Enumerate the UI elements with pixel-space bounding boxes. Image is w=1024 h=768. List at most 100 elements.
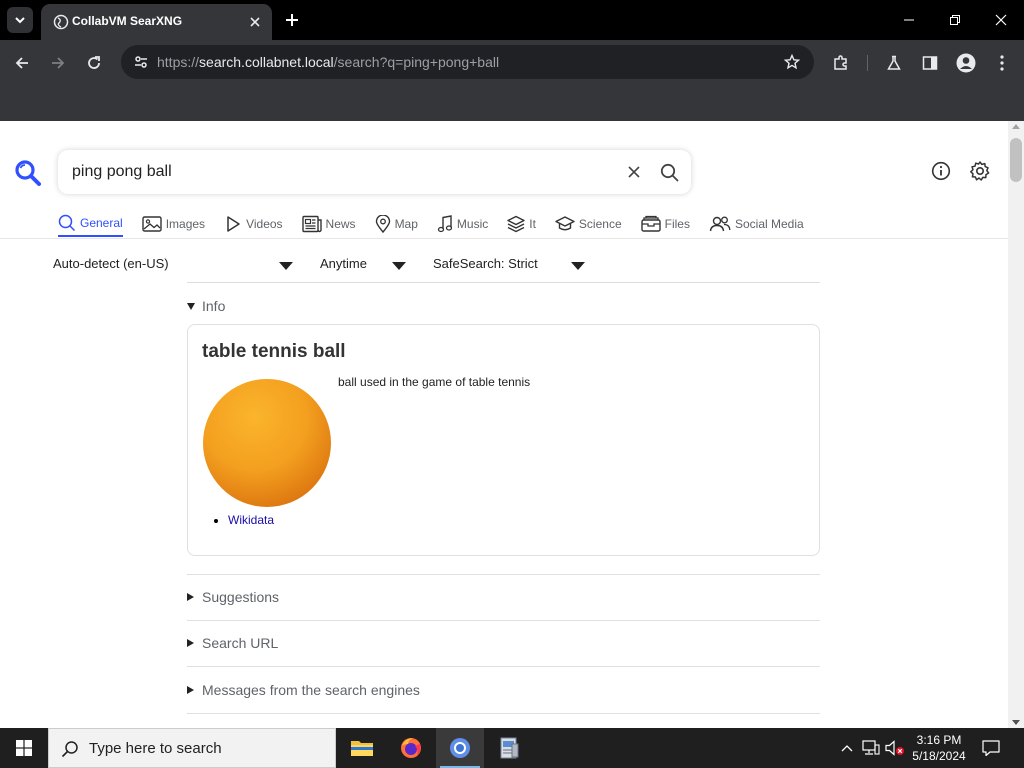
category-tabs: General Images Videos News Map Music It bbox=[58, 211, 823, 239]
url-host: search.collabnet.local bbox=[199, 54, 334, 70]
taskbar-search-box[interactable]: Type here to search bbox=[48, 728, 336, 768]
reload-icon bbox=[88, 56, 100, 69]
extensions-button[interactable] bbox=[826, 48, 856, 78]
search-icon bbox=[660, 163, 678, 181]
collapsed-triangle-icon bbox=[187, 593, 194, 601]
section-divider bbox=[187, 620, 820, 621]
expanded-triangle-icon bbox=[187, 302, 195, 310]
time-range-select[interactable]: Anytime bbox=[320, 256, 367, 271]
info-toggle[interactable]: Info bbox=[187, 298, 225, 314]
restore-button[interactable] bbox=[932, 0, 978, 40]
close-window-button[interactable] bbox=[978, 0, 1024, 40]
search-url-toggle[interactable]: Search URL bbox=[187, 635, 278, 651]
list-item: Wikidata bbox=[228, 513, 274, 527]
scrollbar-thumb[interactable] bbox=[1010, 138, 1022, 182]
about-button[interactable] bbox=[929, 159, 953, 183]
url-text[interactable]: https://search.collabnet.local/search?q=… bbox=[157, 54, 499, 70]
tab-images[interactable]: Images bbox=[142, 211, 205, 237]
ping-pong-ball-image bbox=[203, 379, 331, 507]
address-bar[interactable]: https://search.collabnet.local/search?q=… bbox=[121, 45, 814, 79]
close-icon bbox=[995, 14, 1007, 26]
infobox: table tennis ball ball used in the game … bbox=[187, 324, 820, 556]
search-input[interactable] bbox=[72, 161, 592, 183]
browser-tab[interactable]: CollabVM SearXNG bbox=[41, 4, 272, 40]
site-info-button[interactable] bbox=[127, 48, 155, 76]
tab-map[interactable]: Map bbox=[375, 211, 418, 237]
search-submit-button[interactable] bbox=[657, 160, 681, 184]
start-button[interactable] bbox=[0, 728, 48, 768]
tab-social-media[interactable]: Social Media bbox=[709, 211, 804, 237]
tab-general[interactable]: General bbox=[58, 211, 123, 237]
notifications-button[interactable] bbox=[976, 728, 1006, 768]
forward-button[interactable] bbox=[43, 48, 73, 78]
menu-button[interactable] bbox=[987, 48, 1017, 78]
chevron-down-icon bbox=[15, 17, 25, 24]
tab-it[interactable]: It bbox=[507, 211, 536, 237]
layers-icon bbox=[507, 215, 525, 233]
close-icon bbox=[628, 166, 640, 178]
tab-label: Science bbox=[578, 217, 622, 231]
firefox-button[interactable] bbox=[387, 728, 435, 768]
chevron-up-icon bbox=[841, 745, 853, 752]
arrow-left-icon bbox=[15, 57, 28, 69]
collapsed-triangle-icon bbox=[187, 686, 194, 694]
info-label: Info bbox=[202, 298, 226, 314]
tab-videos[interactable]: Videos bbox=[224, 211, 283, 237]
notepad-app-button[interactable] bbox=[485, 728, 533, 768]
time-range-dropdown-caret[interactable] bbox=[392, 262, 406, 270]
file-explorer-button[interactable] bbox=[338, 728, 386, 768]
page-scrollbar[interactable] bbox=[1008, 121, 1024, 728]
image-icon bbox=[142, 216, 162, 232]
map-pin-icon bbox=[375, 215, 390, 233]
profile-button[interactable] bbox=[951, 48, 981, 78]
back-button[interactable] bbox=[7, 48, 37, 78]
restore-icon bbox=[950, 15, 960, 25]
tab-music[interactable]: Music bbox=[437, 211, 488, 237]
safesearch-dropdown-caret[interactable] bbox=[571, 262, 585, 270]
tab-label: Videos bbox=[246, 217, 283, 231]
toolbar-divider bbox=[867, 55, 868, 71]
infobox-description: ball used in the game of table tennis bbox=[338, 375, 531, 389]
new-tab-button[interactable] bbox=[282, 10, 302, 30]
close-icon bbox=[250, 17, 260, 27]
tab-search-button[interactable] bbox=[7, 7, 33, 33]
wikidata-link[interactable]: Wikidata bbox=[228, 513, 274, 527]
language-select[interactable]: Auto-detect (en-US) bbox=[53, 256, 169, 271]
tab-news[interactable]: News bbox=[301, 211, 356, 237]
url-scheme: https:// bbox=[157, 54, 200, 70]
plus-icon bbox=[286, 14, 298, 26]
tab-label: Files bbox=[664, 217, 690, 231]
tab-close-button[interactable] bbox=[246, 13, 264, 31]
bookmark-star-button[interactable] bbox=[782, 52, 802, 72]
url-path: /search?q=ping+pong+ball bbox=[333, 54, 500, 70]
taskbar-search-placeholder: Type here to search bbox=[89, 740, 222, 757]
suggestions-toggle[interactable]: Suggestions bbox=[187, 589, 279, 605]
flask-icon bbox=[887, 55, 901, 70]
globe-icon bbox=[53, 14, 69, 30]
section-divider bbox=[187, 666, 820, 667]
collapsed-triangle-icon bbox=[187, 639, 194, 647]
language-dropdown-caret[interactable] bbox=[279, 262, 293, 270]
minimize-button[interactable] bbox=[886, 0, 932, 40]
show-hidden-icons-button[interactable] bbox=[836, 728, 858, 768]
scroll-down-arrow-icon[interactable] bbox=[1012, 720, 1020, 725]
volume-button[interactable] bbox=[884, 728, 906, 768]
searxng-logo-icon[interactable] bbox=[14, 159, 42, 187]
messages-toggle[interactable]: Messages from the search engines bbox=[187, 682, 420, 698]
preferences-button[interactable] bbox=[968, 159, 992, 183]
labs-button[interactable] bbox=[879, 48, 909, 78]
network-button[interactable] bbox=[860, 728, 882, 768]
system-clock[interactable]: 3:16 PM 5/18/2024 bbox=[906, 732, 972, 764]
tab-science[interactable]: Science bbox=[555, 211, 622, 237]
side-panel-button[interactable] bbox=[915, 48, 945, 78]
chrome-icon bbox=[450, 738, 470, 758]
section-divider bbox=[187, 713, 820, 714]
clear-search-button[interactable] bbox=[623, 161, 645, 183]
chrome-button[interactable] bbox=[436, 728, 484, 768]
tab-label: Map bbox=[394, 217, 418, 231]
reload-button[interactable] bbox=[79, 48, 109, 78]
safesearch-select[interactable]: SafeSearch: Strict bbox=[433, 256, 538, 271]
windows-taskbar: Type here to search 3:16 PM 5/18/2024 bbox=[0, 728, 1024, 768]
tab-files[interactable]: Files bbox=[640, 211, 690, 237]
scroll-up-arrow-icon[interactable] bbox=[1012, 124, 1020, 129]
